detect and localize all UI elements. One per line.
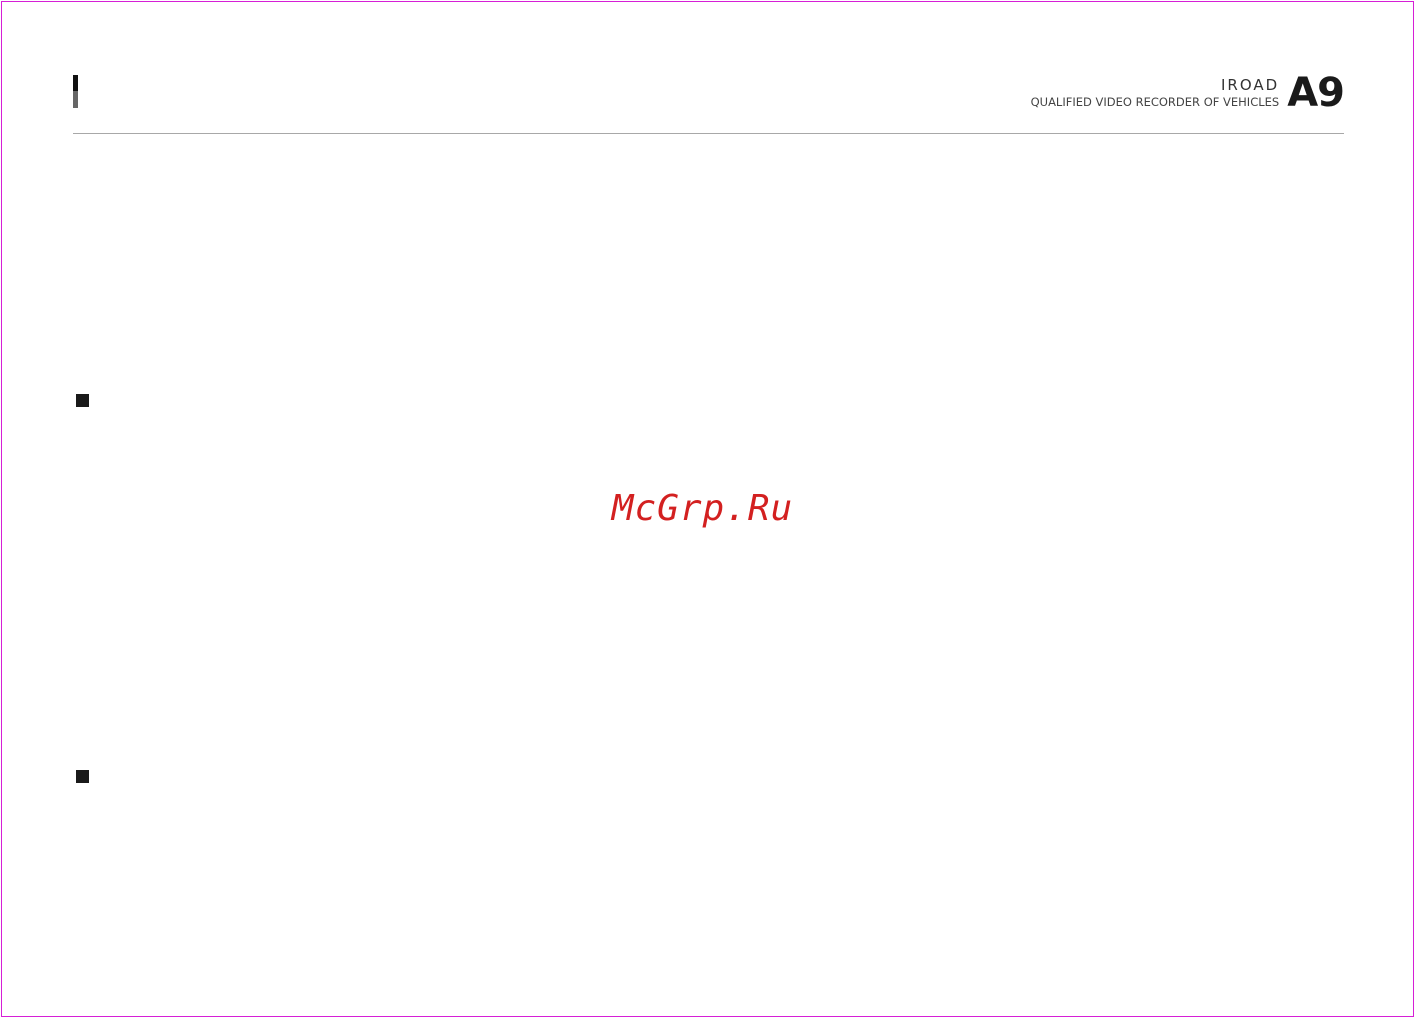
watermark-text: McGrp.Ru bbox=[611, 488, 794, 529]
brand-logo: IROAD QUALIFIED VIDEO RECORDER OF VEHICL… bbox=[1031, 70, 1345, 116]
brand-text: IROAD QUALIFIED VIDEO RECORDER OF VEHICL… bbox=[1031, 77, 1280, 109]
brand-tagline: QUALIFIED VIDEO RECORDER OF VEHICLES bbox=[1030, 95, 1280, 109]
brand-name: IROAD bbox=[1221, 76, 1280, 94]
watermark: McGrp.Ru bbox=[0, 488, 1417, 529]
brand-model: A9 bbox=[1287, 70, 1345, 116]
bullet-square-icon bbox=[76, 394, 89, 407]
section-marker-dark bbox=[73, 75, 78, 91]
section-marker bbox=[73, 75, 78, 108]
section-marker-light bbox=[73, 91, 78, 108]
bullet-square-icon bbox=[76, 770, 89, 783]
header-divider bbox=[73, 133, 1344, 134]
